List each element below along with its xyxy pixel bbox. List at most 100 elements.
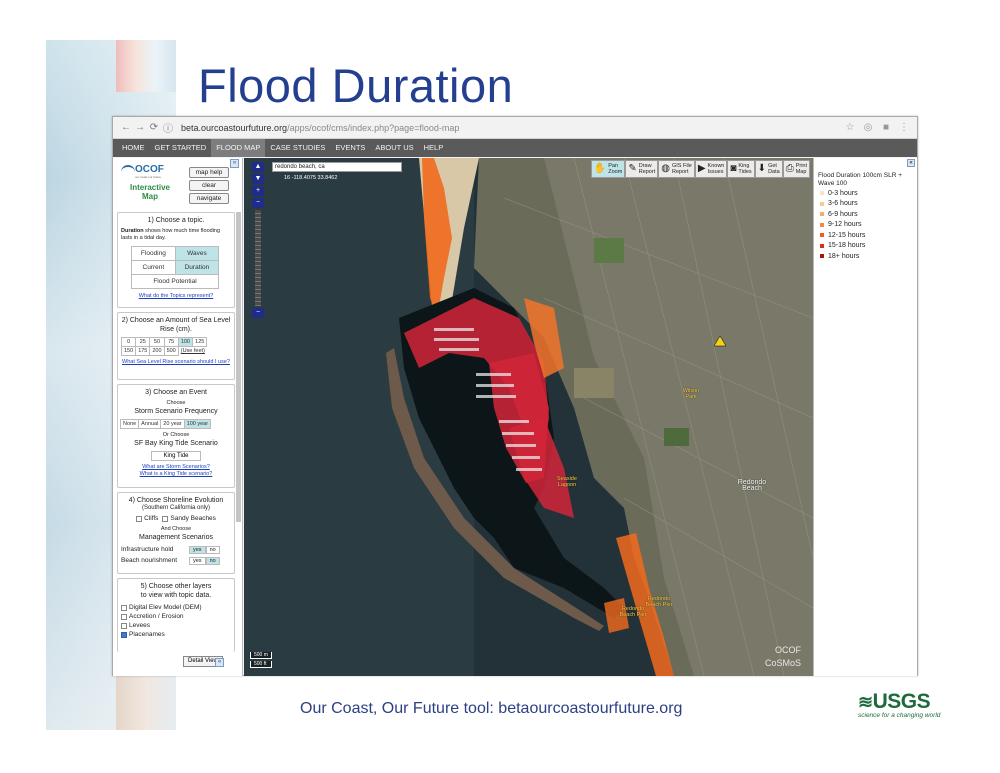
info-icon[interactable]: ⓘ [161,120,175,135]
pan-down-icon[interactable]: ▼ [252,174,264,184]
nav-case-studies[interactable]: CASE STUDIES [265,139,330,157]
topic-current[interactable]: Current [131,260,176,275]
levees-checkbox[interactable] [121,622,127,629]
nav-help[interactable]: HELP [419,139,449,157]
extension-icon[interactable]: ◎ [861,122,875,133]
nav-get-started[interactable]: GET STARTED [150,139,212,157]
storm-none[interactable]: None [119,419,140,429]
storm-20-year[interactable]: 20 year [160,419,185,429]
star-icon[interactable]: ☆ [843,122,857,133]
slr-grid: 0 25 50 75 100 125 150 175 200 500 (Use … [120,337,208,356]
zoom-out-bottom-icon[interactable]: − [252,308,264,318]
browser-window: ← → ⟳ ⓘ beta.ourcoastourfuture.org/apps/… [112,116,918,676]
download-icon: ⬇ [757,163,767,174]
slr-75[interactable]: 75 [163,337,179,347]
sandy-beaches-checkbox[interactable] [162,515,169,522]
zoom-out-icon[interactable]: − [252,198,264,208]
pan-up-icon[interactable]: ▲ [252,162,264,172]
dem-checkbox[interactable] [121,604,127,611]
collapse-bottom-icon[interactable]: « [215,658,224,667]
infrastructure-no[interactable]: no [205,545,220,554]
slr-help-link[interactable]: What Sea Level Rise scenario should I us… [118,359,234,366]
get-data-tool[interactable]: ⬇ Get Data [754,160,783,178]
king-tide-help-link[interactable]: What is a King Tide scenario? [118,471,234,478]
print-map-tool[interactable]: ⎙ Print Map [782,160,810,178]
legend-label: 18+ hours [828,252,860,260]
app-name: Interactive Map [129,183,171,201]
slr-100[interactable]: 100 [177,337,194,347]
url-host: beta.ourcoastourfuture.org [181,122,288,133]
forward-icon[interactable]: → [133,122,147,133]
collapse-panel-icon[interactable]: « [230,159,239,168]
topic-grid: Flooding Waves Current Duration Flood Pote… [131,246,220,289]
legend-panel: « Flood Duration 100cm SLR + Wave 100 0-… [813,158,917,676]
gis-file-report-tool[interactable]: ◍ GIS File Report [658,160,695,178]
hand-icon: ✋ [593,163,607,174]
satellite-map [244,158,813,676]
topic-flood-potential[interactable]: Flood Potential [131,274,219,289]
storm-annual[interactable]: Annual [138,419,162,429]
zoom-slider[interactable] [255,210,261,306]
nav-flood-map[interactable]: FLOOD MAP [211,139,266,157]
nav-home[interactable]: HOME [117,139,150,157]
storm-100-year[interactable]: 100 year [183,419,212,429]
slr-150[interactable]: 150 [120,346,137,356]
accretion-checkbox[interactable] [121,613,127,620]
topic-waves[interactable]: Waves [174,246,220,261]
king-tide-button[interactable]: King Tide [151,451,201,461]
legend-label: 0-3 hours [828,189,858,197]
map-view[interactable]: ▲ ▼ + − − redondo beach, ca 16 -118.4075… [244,158,813,676]
step-topic: 1) Choose a topic. Duration shows how mu… [117,212,235,308]
slr-50[interactable]: 50 [149,337,165,347]
known-issues-tool[interactable]: ▶ Known Issues [694,160,728,178]
topic-duration[interactable]: Duration [174,260,220,275]
pan-zoom-tool[interactable]: ✋ Pan Zoom [590,160,626,178]
map-help-button[interactable]: map help [189,167,229,178]
slr-200[interactable]: 200 [149,346,165,356]
slr-175[interactable]: 175 [135,346,151,356]
cliffs-checkbox[interactable] [136,515,143,522]
legend-swatch [820,191,824,196]
legend-label: 3-6 hours [828,200,858,208]
print-icon: ⎙ [785,163,794,174]
topic-flooding[interactable]: Flooding [131,246,176,261]
url-field[interactable]: beta.ourcoastourfuture.org/apps/ocof/cms… [181,123,839,133]
panel-scrollbar[interactable] [236,212,241,522]
extension-square-icon[interactable]: ■ [879,122,893,133]
legend-item: 15-18 hours [820,241,917,252]
collapse-legend-icon[interactable]: « [907,159,915,167]
beach-nourishment-row: Beach nourishment yes no [121,556,234,565]
draw-report-tool[interactable]: ✎ Draw Report [625,160,659,178]
legend-swatch [820,212,824,217]
usgs-logo: ≋USGS science for a changing world [858,690,940,719]
placenames-checkbox[interactable] [121,631,127,638]
layer-levees: Levees [121,621,234,630]
storm-help-link[interactable]: What are Storm Scenarios? [118,464,234,471]
use-feet-link[interactable]: (Use feet) [178,347,207,356]
nav-events[interactable]: EVENTS [330,139,370,157]
beach-no[interactable]: no [205,556,220,565]
reload-icon[interactable]: ⟳ [147,122,161,133]
step-event: 3) Choose an Event Choose Storm Scenario… [117,384,235,488]
globe-icon: ◍ [661,163,670,174]
legend-swatch [820,254,824,259]
slr-500[interactable]: 500 [163,346,179,356]
slr-25[interactable]: 25 [135,337,151,347]
back-icon[interactable]: ← [119,122,133,133]
slr-0[interactable]: 0 [120,337,137,347]
menu-icon[interactable]: ⋮ [897,122,911,133]
location-search-input[interactable]: redondo beach, ca [272,162,402,172]
step-layers: 5) Choose other layers to view with topi… [117,578,235,652]
infrastructure-yes[interactable]: yes [189,545,206,554]
navigate-button[interactable]: navigate [189,193,229,204]
nav-about-us[interactable]: ABOUT US [370,139,418,157]
topics-help-link[interactable]: What do the Topics represent? [118,293,234,300]
slr-125[interactable]: 125 [192,337,208,347]
url-path: /apps/ocof/cms/index.php?page=flood-map [287,122,460,133]
zoom-in-icon[interactable]: + [252,186,264,196]
king-tides-tool[interactable]: ◙ King Tides [727,160,755,178]
clear-button[interactable]: clear [189,180,229,191]
beach-yes[interactable]: yes [189,556,206,565]
legend-label: 6-9 hours [828,210,858,218]
legend-swatch [820,243,824,248]
